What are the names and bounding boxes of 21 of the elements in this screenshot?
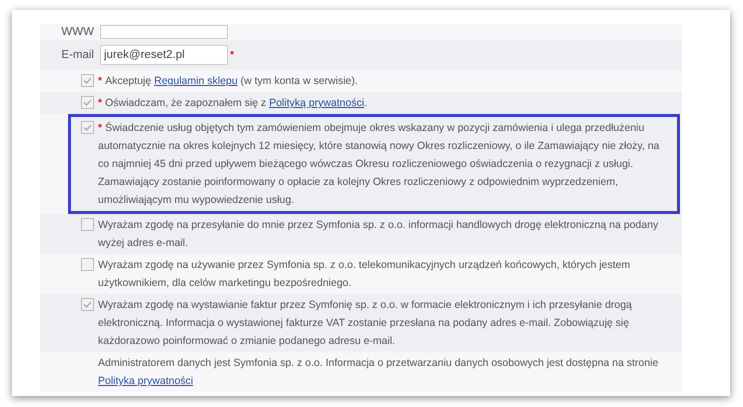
text-field[interactable]: jurek@reset2.pl — [100, 45, 228, 65]
field-label: WWW — [60, 25, 95, 39]
text-link[interactable]: Polityka prywatności — [98, 375, 194, 387]
text-link[interactable]: Regulamin sklepu — [154, 75, 238, 87]
consent-text: Wyrażam zgodę na używanie przez Symfonia sp. z o.o. telekomunikacyjnych urządzeń końcowych, których jestem użytkownikiem, dla celów marketingu bezpośredniego. — [98, 258, 632, 291]
field-label: E-mail — [60, 48, 95, 62]
checkbox[interactable] — [81, 298, 94, 311]
required-mark: * — [230, 49, 234, 61]
consent-text: Wyrażam zgodę na wystawianie faktur przez Symfonię sp. z o.o. w formacie elektronicznym i ich przesyłanie drogą elektroniczną. Informacja o wystawionej fakturze VAT zostanie przesłana na podany adres e-mail. Zobowiązuję się każdorazowo poinformować o zmianie podanego adresu e-mail. — [98, 298, 633, 349]
checkbox[interactable] — [81, 96, 94, 109]
consent-text: Wyrażam zgodę na przesyłanie do mnie przez Symfonia sp. z o.o. informacji handlowych drogę elektroniczną na podany wyżej adres e-mail. — [98, 218, 660, 251]
notice-text: Administratorem danych jest Symfonia sp. z o.o. Informacja o przetwarzaniu danych osobowych jest dostępna na stronie Polityka prywatności — [98, 356, 660, 389]
checkbox[interactable] — [81, 218, 94, 231]
consent-text: * Świadczenie usług objętych tym zamówieniem obejmuje okres wskazany w pozycji zamówienia i ulega przedłużeniu automatycznie na okres kolejnych 12 miesięcy, które stanowią nowy Okres rozliczeniowy, o ile Zamawiający nie złoży, na co najmniej 45 dni przed upływem bieżącego wówczas Okresu rozliczeniowego oświadczenia o rezygnacji z usługi. Zamawiający zostanie poinformowany o opłacie za kolejny Okres rozliczeniowy z odpowiednim wyprzedzeniem, umożliwiającym mu wypowiedzenie usług. — [98, 120, 660, 208]
checkbox[interactable] — [81, 258, 94, 271]
text-link[interactable]: Polityką prywatności — [269, 97, 364, 109]
consent-text: * Akceptuję Regulamin sklepu (w tym konta w serwisie). — [98, 74, 359, 89]
checkbox[interactable] — [81, 74, 94, 87]
checkbox[interactable] — [81, 121, 94, 134]
text-field[interactable] — [100, 25, 228, 39]
consent-text: * Oświadczam, że zapoznałem się z Polityką prywatności. — [98, 96, 368, 111]
